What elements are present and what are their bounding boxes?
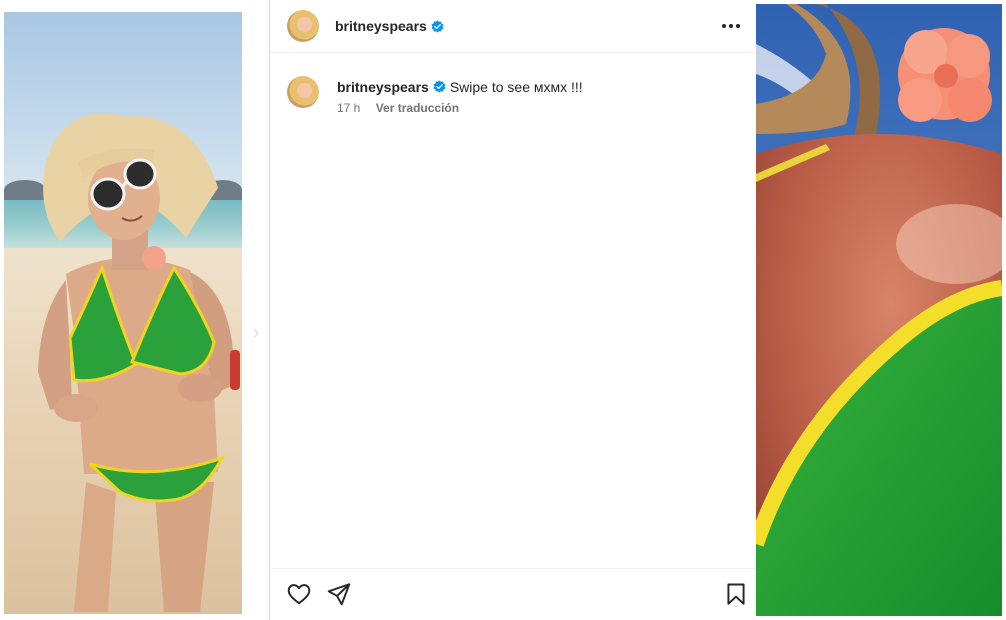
- see-translation-link[interactable]: Ver traducción: [376, 101, 459, 115]
- woman-figure: [38, 113, 240, 612]
- post-header: britneyspears: [270, 0, 757, 53]
- post-timestamp[interactable]: 17 h: [337, 101, 360, 115]
- author-avatar[interactable]: [287, 10, 319, 42]
- flower-accessory: [898, 28, 992, 122]
- verified-badge-icon: [431, 19, 444, 33]
- bookmark-icon: [727, 583, 745, 605]
- verified-badge-icon: [433, 80, 446, 93]
- more-options-button[interactable]: [719, 14, 743, 38]
- post-actions-bar: [270, 568, 757, 619]
- caption-username[interactable]: britneyspears: [337, 79, 429, 95]
- caption-avatar[interactable]: [287, 76, 319, 108]
- more-horizontal-icon: [722, 24, 740, 28]
- heart-icon: [287, 584, 311, 605]
- paper-plane-icon: [327, 583, 351, 606]
- share-button[interactable]: [326, 581, 352, 607]
- instagram-post-screenshot: › britneyspears britneyspears Swipe to s…: [0, 0, 1006, 620]
- closeup-photo: [756, 4, 1002, 616]
- caption-line: britneyspears Swipe to see мхмх !!!: [337, 77, 583, 97]
- caption-meta: 17 h Ver traducción: [337, 101, 583, 115]
- post-panel: britneyspears britneyspears Swipe to see…: [269, 0, 757, 620]
- caption-row: britneyspears Swipe to see мхмх !!! 17 h…: [287, 76, 747, 115]
- carousel-next-arrow[interactable]: ›: [246, 320, 266, 344]
- save-button[interactable]: [723, 581, 749, 607]
- author-username[interactable]: britneyspears: [335, 18, 427, 34]
- caption-body: britneyspears Swipe to see мхмх !!! 17 h…: [337, 76, 583, 115]
- caption-text: Swipe to see мхмх !!!: [449, 79, 583, 95]
- like-button[interactable]: [286, 581, 312, 607]
- post-photo-left: [4, 12, 242, 614]
- post-photo-right: [756, 4, 1002, 616]
